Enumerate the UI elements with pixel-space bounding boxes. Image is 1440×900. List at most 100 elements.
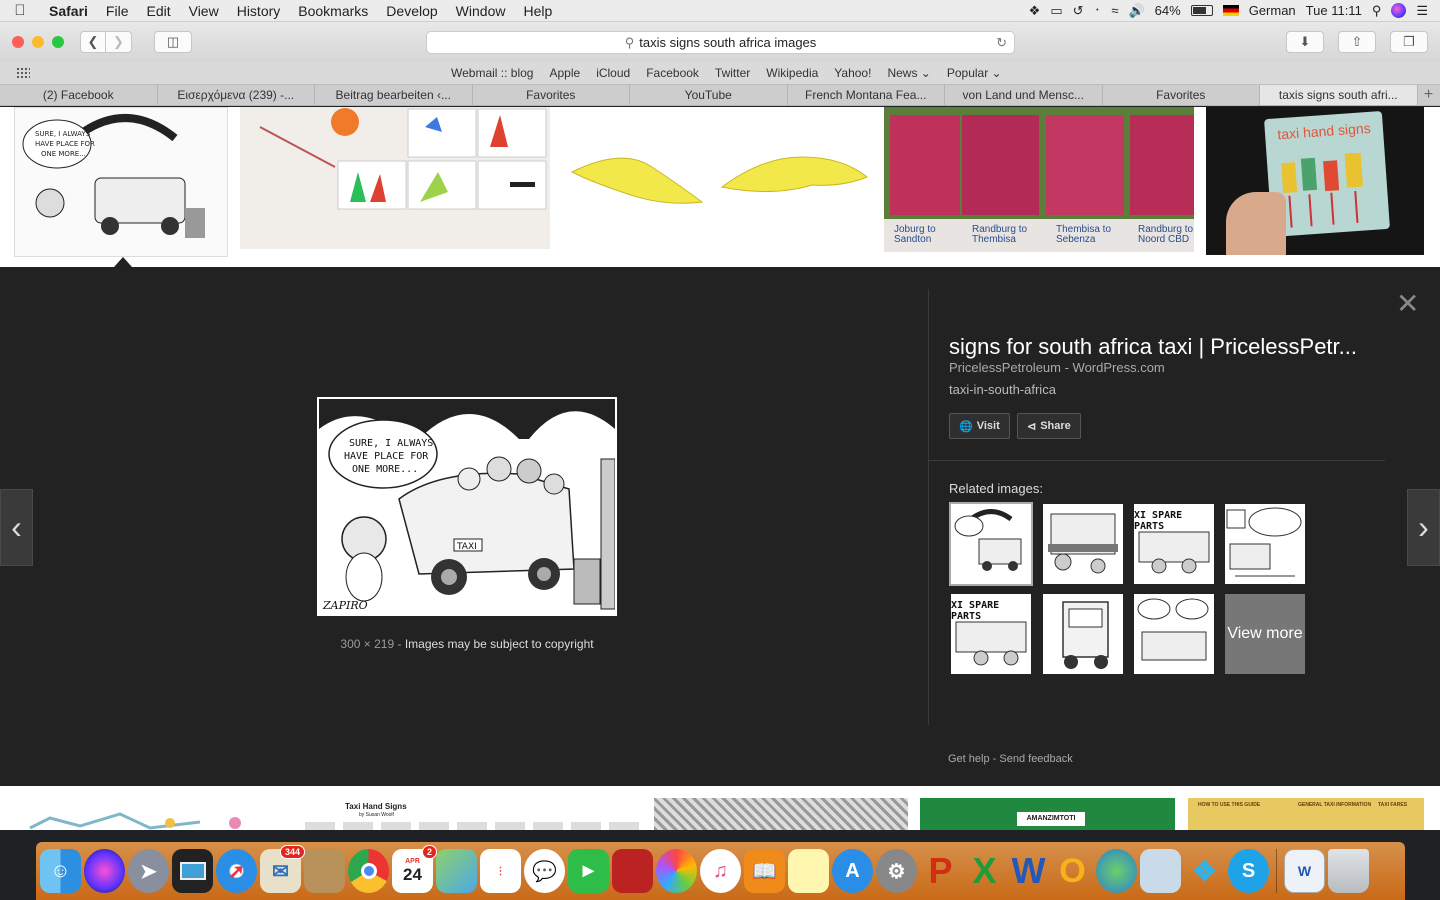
tab-facebook[interactable]: (2) Facebook	[0, 85, 158, 105]
fav-twitter[interactable]: Twitter	[715, 66, 750, 80]
dropbox-icon[interactable]: ❖	[1029, 3, 1041, 19]
notification-center-icon[interactable]: ☰	[1416, 3, 1428, 19]
result-thumb-taxi-routes[interactable]: Joburg to Sandton Randburg to Thembisa T…	[884, 107, 1194, 252]
menu-window[interactable]: Window	[447, 3, 515, 19]
result-thumb-cartoon[interactable]: SURE, I ALWAYS HAVE PLACE FOR ONE MORE..…	[14, 107, 228, 257]
related-image-7[interactable]	[1134, 594, 1214, 674]
related-image-4[interactable]	[1225, 504, 1305, 584]
siri-dock-icon[interactable]	[84, 849, 125, 893]
menu-develop[interactable]: Develop	[377, 3, 446, 19]
finder-icon[interactable]: ☺	[40, 849, 81, 893]
fav-webmail[interactable]: Webmail :: blog	[451, 66, 533, 80]
address-bar[interactable]: ⚲ taxis signs south africa images ↻	[426, 31, 1015, 54]
tab-youtube[interactable]: YouTube	[630, 85, 788, 105]
fav-wikipedia[interactable]: Wikipedia	[766, 66, 818, 80]
fav-yahoo[interactable]: Yahoo!	[834, 66, 871, 80]
document-window-icon[interactable]: W	[1284, 849, 1325, 893]
calendar-icon[interactable]: APR 24 2	[392, 845, 437, 893]
fav-popular[interactable]: Popular ⌄	[947, 66, 1002, 80]
forward-button[interactable]: ❯	[106, 31, 132, 53]
tab-favorites-2[interactable]: Favorites	[1103, 85, 1260, 105]
tab-inbox[interactable]: Εισερχόμενα (239) -...	[158, 85, 315, 105]
safari-icon[interactable]: ➚	[216, 849, 257, 893]
menu-history[interactable]: History	[228, 3, 290, 19]
visit-button[interactable]: 🌐 Visit	[949, 413, 1010, 439]
german-flag-icon[interactable]	[1222, 5, 1239, 16]
people-icon[interactable]: ❖	[1184, 849, 1225, 893]
chrome-icon[interactable]	[348, 849, 389, 893]
tab-von-land[interactable]: von Land und Mensc...	[945, 85, 1103, 105]
result-thumb-hand-signs-chart[interactable]: Taxi Hand Signs by Susan Woolf	[305, 798, 645, 830]
result-thumb-taxi-guide[interactable]: HOW TO USE THIS GUIDE GENERAL TAXI INFOR…	[1188, 798, 1424, 830]
preview-image[interactable]: SURE, I ALWAYS HAVE PLACE FOR ONE MORE..…	[317, 397, 617, 616]
share-button[interactable]: ⊲ Share	[1017, 413, 1081, 439]
time-machine-icon[interactable]: ↺	[1073, 3, 1084, 19]
trash-icon[interactable]	[1328, 849, 1369, 893]
next-image-button[interactable]: ›	[1407, 489, 1440, 566]
zoom-window-button[interactable]	[52, 36, 64, 48]
system-preferences-icon[interactable]: ⚙	[876, 849, 917, 893]
close-window-button[interactable]	[12, 36, 24, 48]
fav-news[interactable]: News ⌄	[887, 66, 930, 80]
wifi-icon[interactable]: ≈	[1111, 3, 1118, 18]
photo-booth-icon[interactable]	[612, 849, 653, 893]
photos-icon[interactable]	[656, 849, 697, 893]
top-sites-grid-icon[interactable]	[16, 67, 30, 79]
minimize-window-button[interactable]	[32, 36, 44, 48]
result-thumb-road-sign[interactable]: AMANZIMTOTI	[920, 798, 1175, 830]
get-help-link[interactable]: Get help	[948, 753, 990, 765]
menu-file[interactable]: File	[97, 3, 138, 19]
messages-icon[interactable]: 💬	[524, 849, 565, 893]
new-tab-button[interactable]: +	[1418, 85, 1440, 105]
related-image-3[interactable]: XI SPARE PARTS	[1134, 504, 1214, 584]
menu-help[interactable]: Help	[514, 3, 561, 19]
result-thumb-pattern[interactable]	[654, 798, 908, 830]
image-source[interactable]: PricelessPetroleum - WordPress.com	[949, 360, 1165, 375]
itunes-icon[interactable]: ♫	[700, 849, 741, 893]
result-thumb-sketch-2[interactable]	[20, 798, 310, 830]
spotlight-search-icon[interactable]: ⚲	[1372, 3, 1382, 19]
clock[interactable]: Tue 11:11	[1306, 3, 1362, 18]
launchpad-icon[interactable]: ➤	[128, 849, 169, 893]
tab-taxi-signs[interactable]: taxis signs south afri...	[1260, 85, 1418, 105]
mail-icon[interactable]: ✉ 344	[260, 845, 305, 893]
reload-icon[interactable]: ↻	[996, 35, 1007, 51]
back-button[interactable]: ❮	[80, 31, 106, 53]
powerpoint-icon[interactable]: P	[920, 849, 961, 893]
tab-overview-button[interactable]: ❐	[1390, 31, 1428, 53]
fav-icloud[interactable]: iCloud	[596, 66, 630, 80]
skype-icon[interactable]: S	[1228, 849, 1269, 893]
result-thumb-yellow-hands[interactable]	[562, 107, 872, 249]
fav-facebook[interactable]: Facebook	[646, 66, 699, 80]
menu-edit[interactable]: Edit	[137, 3, 179, 19]
menu-view[interactable]: View	[180, 3, 228, 19]
result-thumb-hand-signs-book[interactable]: taxi hand signs	[1206, 107, 1424, 255]
result-thumb-stamps[interactable]	[240, 107, 550, 249]
image-title[interactable]: signs for south africa taxi | PricelessP…	[949, 334, 1357, 360]
volume-icon[interactable]: 🔊	[1128, 3, 1144, 19]
airplay-icon[interactable]: ▭	[1050, 3, 1062, 19]
outlook-icon[interactable]: O	[1052, 849, 1093, 893]
facetime-icon[interactable]: ►	[568, 849, 609, 893]
siri-icon[interactable]	[1391, 3, 1407, 18]
related-image-5[interactable]: XI SPARE PARTS	[951, 594, 1031, 674]
related-image-2[interactable]	[1043, 504, 1123, 584]
reminders-icon[interactable]: ⋮	[480, 849, 521, 893]
maps-icon[interactable]	[436, 849, 477, 893]
battery-percent[interactable]: 64%	[1155, 3, 1181, 18]
word-icon[interactable]: W	[1008, 849, 1049, 893]
excel-icon[interactable]: X	[964, 849, 1005, 893]
apple-icon[interactable]: 	[0, 2, 40, 19]
sidebar-toggle-button[interactable]: ◫	[154, 31, 192, 53]
close-preview-icon[interactable]: ✕	[1396, 287, 1419, 320]
menu-bookmarks[interactable]: Bookmarks	[289, 3, 377, 19]
downloads-button[interactable]: ⬇	[1286, 31, 1324, 53]
send-feedback-link[interactable]: Send feedback	[999, 753, 1072, 765]
related-image-6[interactable]	[1043, 594, 1123, 674]
bluetooth-icon[interactable]: ᛫	[1094, 3, 1102, 18]
menu-app[interactable]: Safari	[40, 3, 97, 19]
app-store-icon[interactable]: A	[832, 849, 873, 893]
fav-apple[interactable]: Apple	[549, 66, 580, 80]
network-globe-icon[interactable]	[1096, 849, 1137, 893]
notebook-icon[interactable]	[304, 849, 345, 893]
